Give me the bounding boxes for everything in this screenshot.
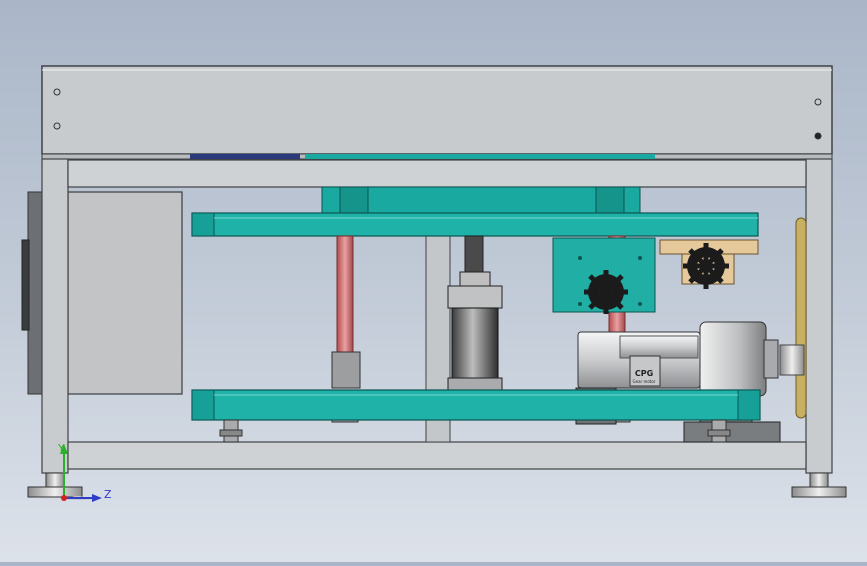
- guide-rod[interactable]: [336, 235, 354, 357]
- pneumatic-cylinder[interactable]: [447, 235, 503, 391]
- leveling-screw: [219, 419, 243, 443]
- sprocket-gear-icon: [584, 270, 628, 314]
- top-rail-strip: [41, 153, 833, 160]
- cad-viewport[interactable]: CPG Gear motor Y Z: [0, 0, 867, 562]
- motor-sub-label: Gear motor: [633, 379, 656, 384]
- tensioner-bracket[interactable]: [659, 239, 759, 289]
- z-axis-label: Z: [104, 488, 112, 501]
- screw-icon: [814, 132, 822, 140]
- gear-motor[interactable]: CPG Gear motor: [575, 321, 781, 443]
- upper-teal-platform[interactable]: [191, 186, 759, 237]
- machine-assembly-drawing: CPG Gear motor Y Z: [21, 65, 847, 502]
- side-handwheel[interactable]: [779, 217, 807, 419]
- motor-brand-label: CPG: [635, 369, 653, 378]
- lower-teal-platform[interactable]: [191, 389, 761, 421]
- top-cover-panel[interactable]: [41, 65, 833, 155]
- sprocket-bracket[interactable]: [552, 237, 656, 314]
- y-axis-label: Y: [57, 442, 65, 455]
- leveling-foot[interactable]: [791, 472, 847, 498]
- leveling-foot[interactable]: [27, 472, 83, 498]
